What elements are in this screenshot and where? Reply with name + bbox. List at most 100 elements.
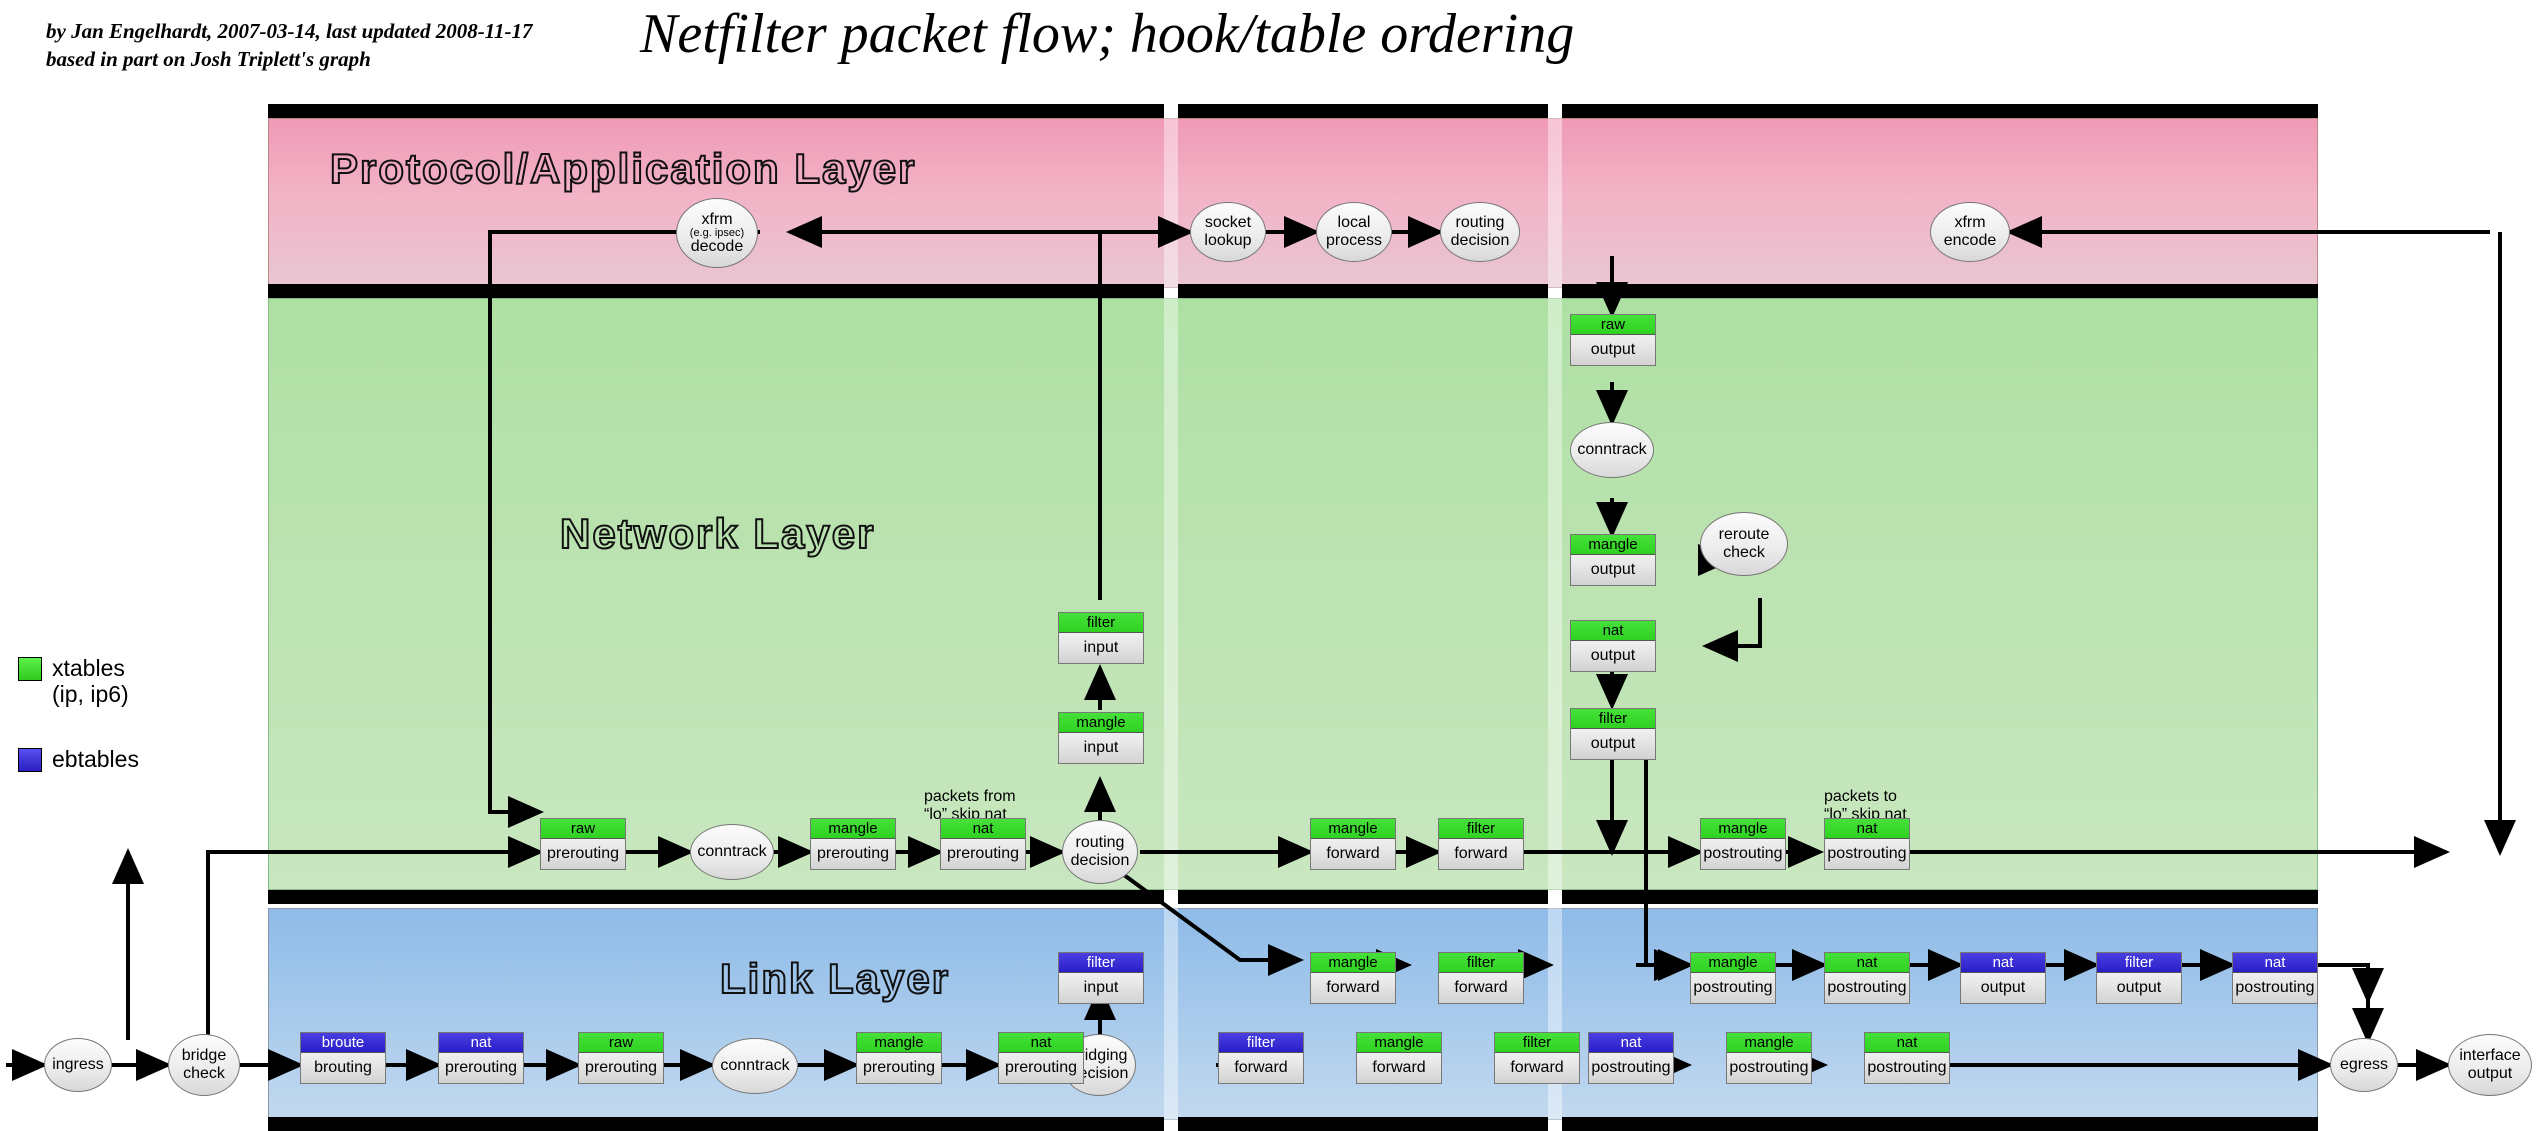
chain-link-mangle-prerouting[interactable]: mangle prerouting [856,1032,942,1084]
chain-link-raw-prerouting[interactable]: raw prerouting [578,1032,664,1084]
node-ingress[interactable]: ingress [44,1038,112,1092]
node-reroute-check-line1: reroute [1718,526,1770,543]
chain-link-nat-output-eb[interactable]: nat output [1960,952,2046,1004]
chain-link-filter-input-eb[interactable]: filter input [1058,952,1144,1004]
chain-net-filter-input[interactable]: filter input [1058,612,1144,664]
chain-net-mangle-input-chain: input [1083,739,1119,756]
chain-link-mangle-postrouting-table: mangle [1727,1033,1811,1053]
column-separator-1 [1164,118,1178,288]
node-bridge-check[interactable]: bridge check [168,1034,240,1096]
chain-link-nat-prerouting-eb[interactable]: nat prerouting [438,1032,524,1084]
chain-link-mangle-postrouting-chain: postrouting [1729,1059,1809,1076]
node-interface-output[interactable]: interface output [2448,1034,2532,1096]
chain-net-raw-output[interactable]: raw output [1570,314,1656,366]
chain-net-filter-input-chain: input [1083,639,1119,656]
chain-net-nat-postrouting-chain: postrouting [1827,845,1907,862]
chain-link-nat-postrouting-upper-chain: postrouting [1827,979,1907,996]
node-socket-lookup[interactable]: socket lookup [1190,202,1266,262]
chain-link-filter-forward-upper-table: filter [1439,953,1523,973]
chain-link-filter-forward-upper[interactable]: filter forward [1438,952,1524,1004]
chain-link-raw-prerouting-table: raw [579,1033,663,1053]
credit-line-2: based in part on Josh Triplett's graph [46,46,371,71]
chain-net-nat-postrouting-table: nat [1825,819,1909,839]
chain-net-filter-forward-table: filter [1439,819,1523,839]
chain-net-mangle-forward[interactable]: mangle forward [1310,818,1396,870]
node-conntrack-output-label: conntrack [1577,441,1647,458]
rail-net-bot-b [1178,890,1548,904]
chain-net-raw-prerouting[interactable]: raw prerouting [540,818,626,870]
protocol-layer-title: Protocol/Application Layer [329,144,917,193]
chain-link-broute-brouting-table: broute [301,1033,385,1053]
column-separator-6 [1548,908,1562,1120]
node-conntrack-output[interactable]: conntrack [1570,422,1654,478]
chain-link-nat-postrouting-upper[interactable]: nat postrouting [1824,952,1910,1004]
chain-net-nat-output[interactable]: nat output [1570,620,1656,672]
rail-net-bot-a [268,890,1164,904]
column-separator-4 [1548,298,1562,890]
chain-link-nat-prerouting-chain: prerouting [1004,1059,1078,1076]
chain-link-broute-brouting[interactable]: broute brouting [300,1032,386,1084]
node-xfrm-decode-line3: decode [690,238,744,255]
chain-link-nat-postrouting-chain: postrouting [1867,1059,1947,1076]
chain-net-mangle-input[interactable]: mangle input [1058,712,1144,764]
rail-net-top-c [1562,284,2318,298]
node-local-process-line2: process [1325,232,1383,249]
note-packets-to-lo-line1: packets to [1824,788,1897,805]
chain-link-filter-input-eb-chain: input [1083,979,1119,996]
chain-link-broute-brouting-chain: brouting [314,1059,372,1076]
node-reroute-check[interactable]: reroute check [1700,512,1788,576]
chain-net-nat-postrouting[interactable]: nat postrouting [1824,818,1910,870]
node-xfrm-decode[interactable]: xfrm (e.g. ipsec) decode [676,198,758,268]
network-layer-title: Network Layer [559,509,876,558]
chain-link-mangle-postrouting-upper-table: mangle [1691,953,1775,973]
chain-net-filter-output[interactable]: filter output [1570,708,1656,760]
chain-link-nat-postrouting[interactable]: nat postrouting [1864,1032,1950,1084]
node-xfrm-encode[interactable]: xfrm encode [1930,202,2010,262]
node-routing-decision-proto[interactable]: routing decision [1440,202,1520,262]
chain-net-mangle-postrouting[interactable]: mangle postrouting [1700,818,1786,870]
chain-net-mangle-output[interactable]: mangle output [1570,534,1656,586]
node-conntrack-link-label: conntrack [720,1057,790,1074]
node-bridge-check-line2: check [183,1065,225,1082]
legend-swatch-ebtables [18,747,42,772]
chain-link-filter-forward-eb[interactable]: filter forward [1218,1032,1304,1084]
chain-link-filter-forward-eb-table: filter [1219,1033,1303,1053]
chain-link-filter-forward[interactable]: filter forward [1494,1032,1580,1084]
chain-net-mangle-postrouting-chain: postrouting [1703,845,1783,862]
rail-proto-top-b [1178,104,1548,118]
chain-link-nat-prerouting[interactable]: nat prerouting [998,1032,1084,1084]
chain-net-nat-prerouting[interactable]: nat prerouting [940,818,1026,870]
chain-link-mangle-postrouting[interactable]: mangle postrouting [1726,1032,1812,1084]
chain-net-filter-input-table: filter [1059,613,1143,633]
node-routing-decision-network-line2: decision [1070,852,1130,869]
chain-net-raw-prerouting-table: raw [541,819,625,839]
node-egress[interactable]: egress [2330,1038,2398,1092]
node-routing-decision-network[interactable]: routing decision [1062,820,1138,884]
chain-link-mangle-forward-upper-table: mangle [1311,953,1395,973]
legend-label-ebtables: ebtables [52,745,139,772]
link-layer-title: Link Layer [719,954,951,1003]
chain-link-mangle-forward[interactable]: mangle forward [1356,1032,1442,1084]
protocol-layer-band [268,118,2318,288]
node-conntrack-link[interactable]: conntrack [712,1038,798,1094]
chain-link-nat-postrouting-eb2-chain: postrouting [2235,979,2315,996]
chain-link-mangle-postrouting-upper[interactable]: mangle postrouting [1690,952,1776,1004]
node-local-process[interactable]: local process [1316,202,1392,262]
rail-link-bot-a [268,1117,1164,1131]
chain-link-nat-postrouting-table: nat [1865,1033,1949,1053]
chain-link-nat-postrouting-eb2[interactable]: nat postrouting [2232,952,2318,1004]
chain-net-mangle-output-chain: output [1590,561,1636,578]
chain-net-filter-forward[interactable]: filter forward [1438,818,1524,870]
node-conntrack-network[interactable]: conntrack [690,824,774,880]
chain-net-mangle-forward-chain: forward [1326,845,1380,862]
chain-link-nat-postrouting-eb[interactable]: nat postrouting [1588,1032,1674,1084]
chain-link-filter-output-eb[interactable]: filter output [2096,952,2182,1004]
chain-link-nat-prerouting-table: nat [999,1033,1083,1053]
chain-net-mangle-postrouting-table: mangle [1701,819,1785,839]
chain-link-mangle-forward-upper[interactable]: mangle forward [1310,952,1396,1004]
legend-label-xtables-line2: (ip, ip6) [52,681,129,708]
chain-link-filter-output-eb-chain: output [2116,979,2162,996]
chain-net-mangle-prerouting[interactable]: mangle prerouting [810,818,896,870]
chain-net-mangle-prerouting-chain: prerouting [816,845,890,862]
node-xfrm-decode-line1: xfrm [701,211,733,228]
